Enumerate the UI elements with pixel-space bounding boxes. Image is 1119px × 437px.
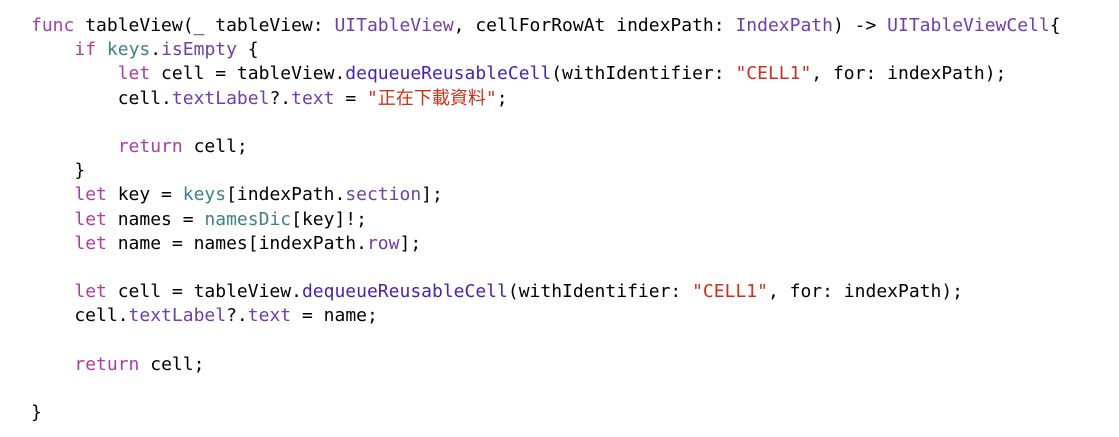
code-line[interactable]: cell.textLabel?.text = name;	[31, 304, 1061, 328]
code-token: "CELL1"	[692, 281, 768, 303]
code-token: return	[117, 135, 183, 157]
code-token: namesDic	[204, 208, 292, 230]
code-token: {	[236, 39, 259, 61]
code-line[interactable]: let cell = tableView.dequeueReusableCell…	[31, 62, 1061, 86]
code-line[interactable]: func tableView(_ tableView: UITableView,…	[31, 14, 1061, 38]
code-token: [indexPath.	[226, 184, 346, 206]
code-token: ?.	[226, 305, 248, 327]
code-token: cell.	[31, 305, 129, 327]
code-token: dequeueReusableCell	[345, 63, 552, 85]
code-token: ?.	[269, 87, 292, 109]
code-token: keys	[182, 184, 227, 206]
code-token: if	[74, 39, 97, 61]
code-token: let	[117, 63, 151, 85]
code-token: "CELL1"	[735, 63, 812, 85]
code-token: tableView(_ tableView:	[74, 15, 335, 36]
code-token: textLabel	[171, 87, 270, 109]
code-token: let	[74, 232, 107, 254]
code-token: =	[334, 87, 367, 109]
code-line[interactable]: let name = names[indexPath.row];	[31, 232, 1061, 256]
code-line[interactable]: return cell;	[31, 135, 1061, 159]
code-line[interactable]: cell.textLabel?.text = "正在下載資料";	[31, 87, 1061, 111]
code-token: text	[247, 305, 292, 327]
code-token: func	[31, 15, 75, 36]
code-token: cell.	[31, 87, 172, 109]
code-token: , for: indexPath);	[811, 63, 1007, 85]
code-token: key =	[106, 184, 183, 206]
code-token: , cellForRowAt indexPath:	[453, 15, 736, 36]
code-line[interactable]	[31, 377, 1061, 401]
code-token: text	[291, 87, 335, 109]
code-token: ;	[496, 87, 508, 109]
code-token: ];	[421, 184, 443, 206]
code-token: UITableViewCell	[887, 15, 1050, 36]
code-token: isEmpty	[161, 39, 237, 61]
code-token: names =	[106, 208, 205, 230]
code-block[interactable]: func tableView(_ tableView: UITableView,…	[31, 14, 1061, 425]
code-token: }	[31, 160, 86, 182]
code-editor[interactable]: func tableView(_ tableView: UITableView,…	[0, 0, 1119, 437]
code-line[interactable]: let names = namesDic[key]!;	[31, 208, 1061, 232]
code-token: [key]!;	[291, 208, 367, 230]
code-line[interactable]: let key = keys[indexPath.section];	[31, 183, 1061, 207]
code-line[interactable]: return cell;	[31, 353, 1061, 377]
code-token: cell = tableView.	[150, 63, 346, 85]
code-token: cell;	[182, 135, 248, 157]
code-line[interactable]: }	[31, 159, 1061, 183]
code-line[interactable]	[31, 111, 1061, 135]
code-token: (withIdentifier:	[551, 63, 736, 85]
code-token: let	[74, 184, 107, 206]
code-token: "	[485, 87, 497, 109]
code-token: "	[367, 87, 378, 109]
code-token: .	[150, 39, 162, 61]
code-token: {	[1049, 15, 1061, 36]
code-token: textLabel	[128, 305, 227, 327]
code-token: keys	[106, 39, 151, 61]
code-token: dequeueReusableCell	[301, 281, 508, 303]
code-line[interactable]: }	[31, 401, 1061, 425]
code-token: , for: indexPath);	[767, 281, 964, 303]
code-token: cell = tableView.	[106, 281, 302, 303]
code-token: return	[74, 353, 140, 375]
code-token: ) ->	[832, 15, 888, 36]
code-token: IndexPath	[735, 15, 833, 36]
code-line[interactable]	[31, 328, 1061, 352]
code-token: let	[74, 208, 107, 230]
code-token: ];	[399, 232, 422, 254]
code-token: name = names[indexPath.	[106, 232, 367, 254]
code-line[interactable]: if keys.isEmpty {	[31, 38, 1061, 62]
code-line[interactable]	[31, 256, 1061, 280]
code-token: section	[345, 184, 422, 206]
code-token: 正在下載資料	[377, 87, 486, 109]
code-token: cell;	[139, 353, 205, 375]
code-token: = name;	[291, 305, 378, 327]
code-token: }	[31, 402, 42, 423]
code-token: row	[366, 232, 400, 254]
code-token: let	[74, 281, 107, 303]
code-token: (withIdentifier:	[507, 281, 693, 303]
code-token: UITableView	[334, 15, 454, 36]
code-line[interactable]: let cell = tableView.dequeueReusableCell…	[31, 280, 1061, 304]
